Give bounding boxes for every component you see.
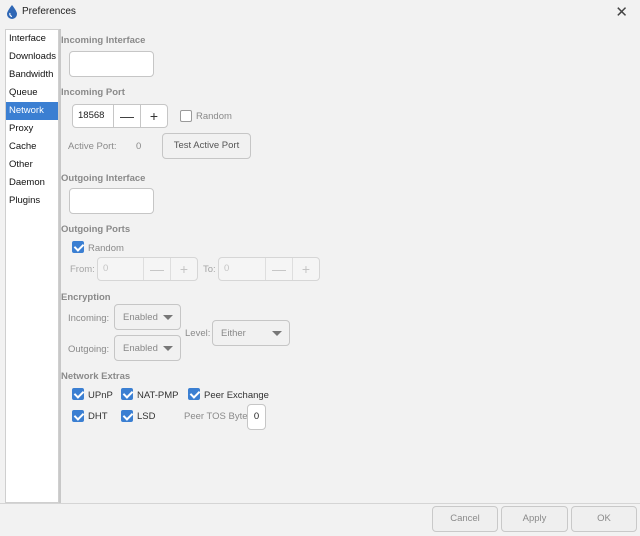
apply-button[interactable]: Apply: [501, 506, 568, 532]
active-port-value: 0: [136, 141, 142, 152]
encryption-level-label: Level:: [185, 328, 211, 339]
dht-checkbox[interactable]: [72, 410, 84, 422]
outgoing-ports-title: Outgoing Ports: [61, 224, 131, 235]
incoming-port-title: Incoming Port: [61, 87, 125, 98]
outgoing-random-label: Random: [88, 243, 124, 254]
footer-divider: [0, 503, 640, 504]
outgoing-interface-input[interactable]: [69, 188, 154, 214]
minus-icon[interactable]: —: [265, 258, 292, 280]
sidebar: Interface Downloads Bandwidth Queue Netw…: [5, 29, 59, 503]
active-port-label: Active Port:: [68, 141, 117, 152]
sidebar-item-bandwidth[interactable]: Bandwidth: [6, 66, 58, 84]
incoming-port-value[interactable]: 18568: [73, 105, 113, 127]
sidebar-item-other[interactable]: Other: [6, 156, 58, 174]
sidebar-item-interface[interactable]: Interface: [6, 30, 58, 48]
encryption-incoming-dropdown[interactable]: Enabled: [114, 304, 181, 330]
ok-button[interactable]: OK: [571, 506, 637, 532]
upnp-label: UPnP: [88, 390, 113, 401]
plus-icon[interactable]: +: [170, 258, 197, 280]
peer-exchange-label: Peer Exchange: [204, 390, 269, 401]
close-icon[interactable]: ✕: [615, 3, 628, 21]
encryption-outgoing-dropdown[interactable]: Enabled: [114, 335, 181, 361]
incoming-random-checkbox[interactable]: [180, 110, 192, 122]
lsd-checkbox[interactable]: [121, 410, 133, 422]
chevron-down-icon: [163, 315, 173, 320]
encryption-level-value: Either: [221, 328, 246, 339]
to-label: To:: [203, 264, 216, 275]
incoming-port-spinner[interactable]: 18568 — +: [72, 104, 168, 128]
chevron-down-icon: [272, 331, 282, 336]
plus-icon[interactable]: +: [292, 258, 319, 280]
incoming-random-label: Random: [196, 111, 232, 122]
from-port-spinner[interactable]: 0 — +: [97, 257, 198, 281]
outgoing-interface-title: Outgoing Interface: [61, 173, 146, 184]
from-label: From:: [70, 264, 95, 275]
outgoing-random-checkbox[interactable]: [72, 241, 84, 253]
encryption-outgoing-value: Enabled: [123, 343, 158, 354]
sidebar-item-downloads[interactable]: Downloads: [6, 48, 58, 66]
encryption-incoming-value: Enabled: [123, 312, 158, 323]
pane-splitter[interactable]: [59, 29, 61, 503]
minus-icon[interactable]: —: [113, 105, 140, 127]
test-active-port-button[interactable]: Test Active Port: [162, 133, 251, 159]
minus-icon[interactable]: —: [143, 258, 170, 280]
encryption-level-dropdown[interactable]: Either: [212, 320, 290, 346]
lsd-label: LSD: [137, 411, 156, 422]
peer-tos-input[interactable]: 0: [247, 404, 266, 430]
sidebar-item-cache[interactable]: Cache: [6, 138, 58, 156]
encryption-outgoing-label: Outgoing:: [68, 344, 110, 355]
to-port-spinner[interactable]: 0 — +: [218, 257, 320, 281]
natpmp-label: NAT-PMP: [137, 390, 179, 401]
encryption-incoming-label: Incoming:: [68, 313, 110, 324]
sidebar-item-queue[interactable]: Queue: [6, 84, 58, 102]
encryption-title: Encryption: [61, 292, 111, 303]
water-drop-icon: [6, 4, 18, 22]
from-port-value[interactable]: 0: [98, 258, 143, 280]
dht-label: DHT: [88, 411, 108, 422]
natpmp-checkbox[interactable]: [121, 388, 133, 400]
upnp-checkbox[interactable]: [72, 388, 84, 400]
title-bar: Preferences ✕: [0, 0, 640, 24]
sidebar-item-proxy[interactable]: Proxy: [6, 120, 58, 138]
cancel-button[interactable]: Cancel: [432, 506, 498, 532]
incoming-interface-input[interactable]: [69, 51, 154, 77]
to-port-value[interactable]: 0: [219, 258, 265, 280]
incoming-interface-title: Incoming Interface: [61, 35, 146, 46]
window-title: Preferences: [22, 6, 76, 17]
sidebar-item-network[interactable]: Network: [6, 102, 58, 120]
plus-icon[interactable]: +: [140, 105, 167, 127]
sidebar-item-daemon[interactable]: Daemon: [6, 174, 58, 192]
peer-tos-label: Peer TOS Byte:: [184, 411, 251, 422]
network-extras-title: Network Extras: [61, 371, 131, 382]
sidebar-item-plugins[interactable]: Plugins: [6, 192, 58, 210]
peer-exchange-checkbox[interactable]: [188, 388, 200, 400]
chevron-down-icon: [163, 346, 173, 351]
